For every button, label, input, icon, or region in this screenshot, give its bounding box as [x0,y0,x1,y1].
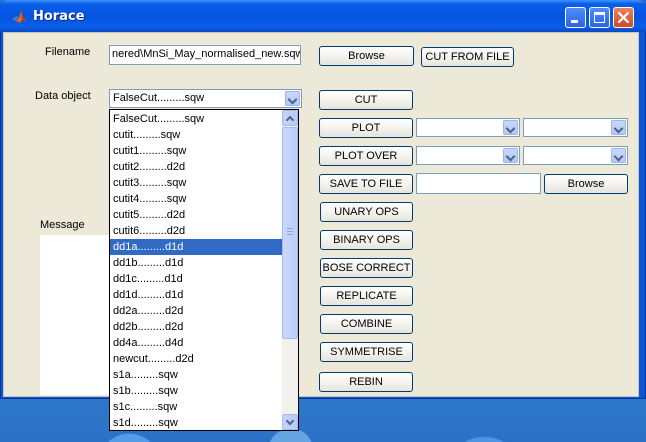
list-item[interactable]: s1d.........sqw [110,415,283,430]
save-to-file-button[interactable]: SAVE TO FILE [319,174,413,194]
plot-over-option-dropdown[interactable] [523,146,628,165]
horace-window: Horace Filename nered\MnSi_May_normalise… [0,0,646,399]
filename-field[interactable]: nered\MnSi_May_normalised_new.sqw [109,45,301,65]
minimize-button[interactable] [565,7,586,28]
combine-button[interactable]: COMBINE [320,314,413,334]
list-item[interactable]: cutit.........sqw [110,127,283,143]
close-button[interactable] [613,7,634,28]
plot-type-dropdown[interactable] [416,118,520,137]
options-container: FalseCut.........sqw cutit.........sqw cut… [110,111,283,430]
filename-label: Filename [45,46,91,58]
cut-button[interactable]: CUT [319,90,413,110]
list-item[interactable]: dd1b.........d1d [110,255,283,271]
rebin-button[interactable]: REBIN [319,372,413,392]
chevron-down-icon[interactable] [285,91,300,106]
list-item[interactable]: cutit5.........d2d [110,207,283,223]
figure-client-area: Filename nered\MnSi_May_normalised_new.s… [3,32,639,397]
list-item[interactable]: dd1a.........d1d [110,239,283,255]
list-item[interactable]: cutit1.........sqw [110,143,283,159]
scroll-down-icon[interactable] [282,414,298,430]
plot-over-button[interactable]: PLOT OVER [319,146,413,166]
window-title: Horace [33,9,85,24]
list-item[interactable]: dd1c.........d1d [110,271,283,287]
chevron-down-icon[interactable] [611,120,626,135]
chevron-down-icon[interactable] [611,148,626,163]
plot-button[interactable]: PLOT [319,118,413,138]
title-bar[interactable]: Horace [0,0,646,32]
plot-over-type-dropdown[interactable] [416,146,520,165]
list-item[interactable]: dd1d.........d1d [110,287,283,303]
list-scrollbar[interactable] [282,110,298,430]
plot-option-dropdown[interactable] [523,118,628,137]
matlab-logo-icon [12,11,26,23]
data-object-label: Data object [35,90,91,102]
scroll-thumb[interactable] [282,127,298,339]
list-item[interactable]: cutit4.........sqw [110,191,283,207]
maximize-button[interactable] [589,7,610,28]
scroll-up-icon[interactable] [282,110,298,126]
chevron-down-icon[interactable] [503,120,518,135]
list-item[interactable]: dd2a.........d2d [110,303,283,319]
list-item[interactable]: cutit2.........d2d [110,159,283,175]
list-item[interactable]: cutit6.........d2d [110,223,283,239]
list-item[interactable]: cutit3.........sqw [110,175,283,191]
list-item[interactable]: newcut.........d2d [110,351,283,367]
list-item[interactable]: FalseCut.........sqw [110,111,283,127]
data-object-options-list[interactable]: FalseCut.........sqw cutit.........sqw cut… [109,109,299,431]
data-object-selected: FalseCut.........sqw [113,92,205,104]
list-item[interactable]: dd2b.........d2d [110,319,283,335]
bose-correct-button[interactable]: BOSE CORRECT [320,258,413,278]
close-icon [617,11,630,24]
cut-from-file-button[interactable]: CUT FROM FILE [421,47,514,67]
list-item[interactable]: dd4a.........d4d [110,335,283,351]
save-browse-button[interactable]: Browse [544,174,628,194]
message-box[interactable] [40,235,115,395]
list-item[interactable]: s1c.........sqw [110,399,283,415]
binary-ops-button[interactable]: BINARY OPS [320,230,413,250]
save-to-file-field[interactable] [416,173,541,194]
list-item[interactable]: s1a.........sqw [110,367,283,383]
list-item[interactable]: s1b.........sqw [110,383,283,399]
maximize-icon [594,12,605,23]
grip-icon [287,228,293,235]
browse-button[interactable]: Browse [319,46,414,66]
replicate-button[interactable]: REPLICATE [320,286,413,306]
unary-ops-button[interactable]: UNARY OPS [320,202,413,222]
chevron-down-icon[interactable] [503,148,518,163]
message-label: Message [40,219,85,231]
data-object-dropdown[interactable]: FalseCut.........sqw [109,89,302,108]
symmetrise-button[interactable]: SYMMETRISE [320,342,413,362]
minimize-icon [571,20,578,23]
